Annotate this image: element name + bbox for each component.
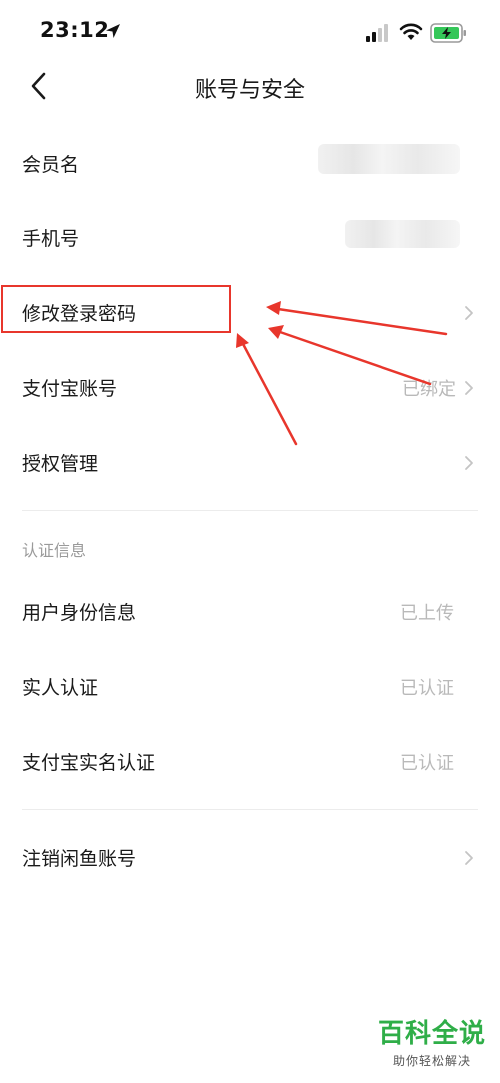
location-arrow-icon [106,24,120,38]
section-divider [22,510,478,511]
section-divider [22,809,478,810]
row-label: 注销闲鱼账号 [22,848,137,870]
watermark-subtitle: 助你轻松解决 [392,1054,471,1068]
blurred-member-name [318,144,460,174]
row-label: 会员名 [22,154,80,176]
row-label: 授权管理 [22,453,99,475]
signal-icon [366,24,388,42]
watermark: 百科全说 助你轻松解决 [378,1013,486,1069]
row-label: 实人认证 [22,677,99,699]
real-person-verification-row[interactable]: 实人认证 已认证 [0,657,500,717]
alipay-real-name-row[interactable]: 支付宝实名认证 已认证 [0,732,500,792]
phone-number-row[interactable]: 手机号 [0,208,500,268]
page-title: 账号与安全 [194,78,305,103]
battery-charging-icon [430,23,466,43]
identity-status: 已上传 [400,603,454,624]
navigation-bar: 账号与安全 [0,66,500,110]
row-label: 用户身份信息 [22,602,137,624]
alipay-account-row[interactable]: 支付宝账号 已绑定 [0,358,500,418]
certification-section-title: 认证信息 [22,541,87,560]
cancel-account-row[interactable]: 注销闲鱼账号 [0,828,500,888]
watermark-title: 百科全说 [377,1019,486,1049]
row-label: 支付宝实名认证 [22,752,156,774]
chevron-right-icon [465,306,473,320]
status-time: 23:12 [40,18,110,42]
wifi-icon [399,23,423,40]
blurred-phone-number [345,220,460,248]
alipay-bind-status: 已绑定 [402,379,456,400]
status-bar: 23:12 [0,0,500,66]
verification-status: 已认证 [400,678,454,699]
user-identity-row[interactable]: 用户身份信息 已上传 [0,582,500,642]
row-label: 支付宝账号 [22,378,118,400]
row-label: 手机号 [22,228,80,250]
annotation-highlight-box [1,285,231,333]
chevron-right-icon [465,851,473,865]
member-name-row[interactable]: 会员名 [0,134,500,194]
chevron-right-icon [465,456,473,470]
real-name-status: 已认证 [400,753,454,774]
authorization-management-row[interactable]: 授权管理 [0,433,500,493]
chevron-right-icon [465,381,473,395]
